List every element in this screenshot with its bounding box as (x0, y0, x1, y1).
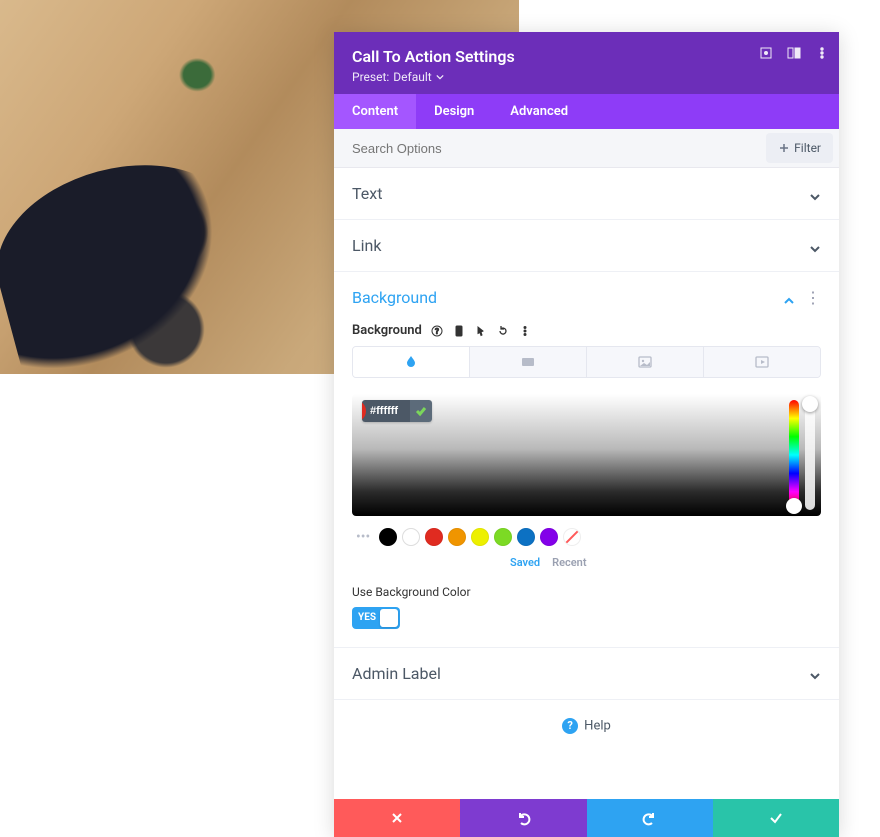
swatch-none[interactable] (563, 528, 581, 546)
section-background-body: Background ? 1 (334, 323, 839, 647)
panel-footer (334, 799, 839, 837)
tabs: Content Design Advanced (334, 94, 839, 129)
use-bg-color-label: Use Background Color (352, 585, 821, 599)
undo-button[interactable] (460, 799, 586, 837)
preset-value: Default (393, 70, 431, 84)
swatch[interactable] (540, 528, 558, 546)
panel-header-actions (759, 46, 829, 60)
more-swatches-icon[interactable]: ••• (352, 529, 374, 545)
help-icon[interactable]: ? (430, 324, 444, 338)
swatch[interactable] (379, 528, 397, 546)
alpha-thumb[interactable] (802, 396, 818, 412)
expand-icon[interactable] (759, 46, 773, 60)
tab-advanced[interactable]: Advanced (492, 94, 586, 129)
search-row: Filter (334, 129, 839, 168)
color-picker: 1 ••• (352, 394, 821, 569)
filter-button[interactable]: Filter (766, 133, 833, 163)
chevron-down-icon (809, 240, 821, 252)
settings-panel: Call To Action Settings Preset: Default … (334, 32, 839, 837)
swatch[interactable] (494, 528, 512, 546)
kebab-icon[interactable] (518, 324, 532, 338)
chevron-down-icon (809, 188, 821, 200)
background-subhead: Background ? (352, 323, 821, 338)
tab-design[interactable]: Design (416, 94, 492, 129)
panel-header: Call To Action Settings Preset: Default (334, 32, 839, 94)
help-label: Help (584, 718, 611, 733)
kebab-icon[interactable] (815, 46, 829, 60)
bg-type-tabs (352, 346, 821, 378)
plus-icon (778, 142, 790, 154)
redo-button[interactable] (587, 799, 713, 837)
section-admin-label-title: Admin Label (352, 664, 441, 683)
section-link: Link (334, 220, 839, 272)
snap-icon[interactable] (787, 46, 801, 60)
swatch[interactable] (402, 528, 420, 546)
swatch-tabs: Saved Recent (352, 556, 821, 569)
toggle-knob (380, 609, 398, 627)
bg-type-gradient[interactable] (470, 347, 587, 377)
saturation-area[interactable]: 1 (352, 394, 821, 516)
bg-type-color[interactable] (353, 347, 470, 377)
content-area: Text Link Background ⋮ Background (334, 168, 839, 799)
section-link-title: Link (352, 236, 381, 255)
help-link[interactable]: ? Help (334, 700, 839, 752)
hex-confirm-button[interactable] (410, 400, 432, 422)
picker-sliders (789, 400, 815, 510)
hover-icon[interactable] (474, 324, 488, 338)
swatch[interactable] (471, 528, 489, 546)
svg-text:?: ? (435, 327, 439, 336)
section-text-title: Text (352, 184, 382, 203)
chevron-down-icon (436, 73, 444, 81)
cancel-button[interactable] (334, 799, 460, 837)
help-icon: ? (562, 718, 578, 734)
section-background: Background ⋮ Background ? (334, 272, 839, 648)
bg-type-image[interactable] (587, 347, 704, 377)
section-admin-label: Admin Label (334, 648, 839, 700)
preset-prefix: Preset: (352, 70, 389, 84)
chevron-up-icon (783, 292, 795, 304)
tab-content[interactable]: Content (334, 94, 416, 129)
save-button[interactable] (713, 799, 839, 837)
alpha-slider[interactable] (805, 400, 815, 510)
section-background-head[interactable]: Background ⋮ (334, 272, 839, 323)
hex-input[interactable] (362, 400, 410, 422)
swatch[interactable] (448, 528, 466, 546)
saved-tab[interactable]: Saved (510, 556, 540, 569)
background-sublabel: Background (352, 323, 422, 338)
hue-slider[interactable] (789, 400, 799, 510)
hex-badge: 1 (362, 400, 432, 422)
swatch[interactable] (517, 528, 535, 546)
bg-type-video[interactable] (704, 347, 820, 377)
chevron-down-icon (809, 667, 821, 679)
reset-icon[interactable] (496, 324, 510, 338)
hue-thumb[interactable] (786, 498, 802, 514)
panel-title: Call To Action Settings (352, 47, 821, 66)
section-admin-label-head[interactable]: Admin Label (334, 648, 839, 699)
section-text: Text (334, 168, 839, 220)
preset-selector[interactable]: Preset: Default (352, 70, 821, 84)
filter-label: Filter (794, 141, 821, 155)
section-text-head[interactable]: Text (334, 168, 839, 219)
search-input[interactable] (334, 131, 766, 166)
kebab-icon[interactable]: ⋮ (805, 290, 821, 306)
use-bg-color-toggle[interactable]: YES (352, 607, 400, 629)
section-background-title: Background (352, 288, 437, 307)
swatch[interactable] (425, 528, 443, 546)
tablet-icon[interactable] (452, 324, 466, 338)
section-link-head[interactable]: Link (334, 220, 839, 271)
swatch-row: ••• (352, 528, 821, 546)
toggle-label: YES (354, 612, 380, 623)
recent-tab[interactable]: Recent (552, 556, 586, 569)
